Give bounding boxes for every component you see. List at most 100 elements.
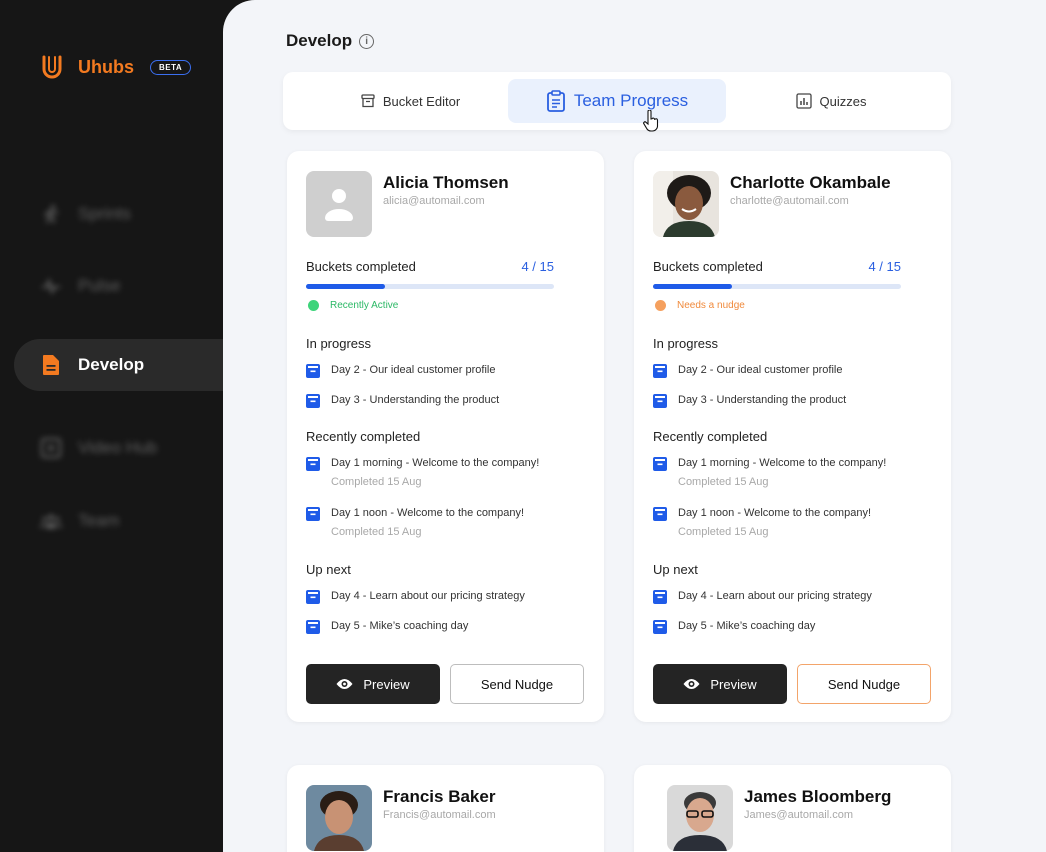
item-title: Day 4 - Learn about our pricing strategy [678,590,872,602]
avatar-photo [653,171,719,237]
tab-team-progress[interactable]: Team Progress [508,79,726,123]
list-item[interactable]: Day 1 morning - Welcome to the company! … [653,456,886,488]
list-item[interactable]: Day 3 - Understanding the product [653,393,846,408]
item-title: Day 1 noon - Welcome to the company! [678,507,872,519]
progress-fill [306,284,386,289]
list-item[interactable]: Day 1 noon - Welcome to the company! Com… [653,506,871,538]
bucket-icon [653,507,667,521]
list-item[interactable]: Day 4 - Learn about our pricing strategy [306,589,525,604]
pointer-cursor-icon [643,110,659,132]
avatar [667,785,733,851]
avatar [306,785,372,851]
member-name: James Bloomberg [744,787,892,806]
app-name: Uhubs [78,56,134,77]
avatar [653,171,719,237]
bucket-icon [306,364,320,378]
up-next-title: Up next [653,562,698,577]
member-card: Francis Baker Francis@automail.com [287,765,604,852]
play-icon [40,437,62,459]
item-date: Completed 15 Aug [331,526,422,538]
list-item[interactable]: Day 5 - Mike’s coaching day [653,619,815,634]
app-logo[interactable]: Uhubs BETA [40,54,192,80]
status-dot [655,300,666,311]
beta-badge: BETA [150,59,192,75]
recently-completed-title: Recently completed [653,429,768,444]
progress-fill [653,284,733,289]
preview-button[interactable]: Preview [653,664,787,704]
chart-icon [795,93,812,109]
bucket-icon [306,394,320,408]
member-card: James Bloomberg James@automail.com [634,765,951,852]
preview-button[interactable]: Preview [306,664,440,704]
tab-label: Team Progress [573,91,689,110]
button-label: Send Nudge [480,676,554,692]
bucket-icon [653,394,667,408]
list-item[interactable]: Day 2 - Our ideal customer profile [306,363,495,378]
bucket-icon [306,457,320,471]
list-item[interactable]: Day 5 - Mike’s coaching day [306,619,468,634]
bucket-icon [653,620,667,634]
bucket-icon [306,590,320,604]
document-icon [40,354,62,376]
status-text: Recently Active [330,300,399,311]
tab-quizzes[interactable]: Quizzes [726,79,936,123]
tab-bucket-editor[interactable]: Bucket Editor [303,79,518,123]
sidebar-item-label: Develop [78,355,145,374]
item-title: Day 2 - Our ideal customer profile [678,364,843,376]
button-label: Send Nudge [827,676,901,692]
list-item[interactable]: Day 3 - Understanding the product [306,393,499,408]
member-email: Francis@automail.com [383,809,496,821]
user-placeholder-icon [325,189,353,221]
status-dot [308,300,319,311]
sidebar-item-label: Sprints [78,204,131,223]
sidebar: Uhubs BETA Sprints Pulse Develop Video H… [0,0,260,852]
avatar-photo [667,785,733,851]
sidebar-item-label: Team [78,511,120,530]
bucket-count: 4 / 15 [521,259,554,274]
archive-icon [361,94,375,108]
bucket-icon [653,364,667,378]
member-name: Alicia Thomsen [383,173,509,192]
list-item[interactable]: Day 2 - Our ideal customer profile [653,363,842,378]
send-nudge-button[interactable]: Send Nudge [797,664,931,704]
eye-icon [336,678,353,690]
member-name: Francis Baker [383,787,496,806]
buckets-label: Buckets completed [306,259,416,274]
item-title: Day 4 - Learn about our pricing strategy [331,590,525,602]
list-item[interactable]: Day 1 noon - Welcome to the company! Com… [306,506,524,538]
button-label: Preview [710,676,757,692]
status-badge: Needs a nudge [655,300,745,311]
buckets-label: Buckets completed [653,259,763,274]
team-icon [40,510,62,532]
sidebar-item-label: Pulse [78,276,121,295]
bucket-icon [306,507,320,521]
recently-completed-title: Recently completed [306,429,421,444]
progress-bar [653,284,901,289]
info-icon[interactable]: i [359,33,375,49]
status-text: Needs a nudge [677,300,745,311]
item-title: Day 5 - Mike’s coaching day [678,620,816,632]
member-name: Charlotte Okambale [730,173,891,192]
tab-label: Quizzes [819,93,867,109]
bucket-icon [306,620,320,634]
member-email: James@automail.com [744,809,853,821]
item-date: Completed 15 Aug [678,526,769,538]
send-nudge-button[interactable]: Send Nudge [450,664,584,704]
eye-icon [683,678,700,690]
item-title: Day 1 morning - Welcome to the company! [331,457,540,469]
bucket-count: 4 / 15 [868,259,901,274]
list-item[interactable]: Day 4 - Learn about our pricing strategy [653,589,872,604]
member-email: charlotte@automail.com [730,195,849,207]
pulse-icon [40,275,62,297]
up-next-title: Up next [306,562,351,577]
button-label: Preview [363,676,410,692]
bucket-icon [653,590,667,604]
list-item[interactable]: Day 1 morning - Welcome to the company! … [306,456,539,488]
member-email: alicia@automail.com [383,195,485,207]
avatar-photo [306,785,372,851]
status-badge: Recently Active [308,300,398,311]
sidebar-item-label: Video Hub [78,438,158,457]
item-title: Day 5 - Mike’s coaching day [331,620,469,632]
tab-label: Bucket Editor [382,93,461,109]
clipboard-icon [546,90,566,112]
